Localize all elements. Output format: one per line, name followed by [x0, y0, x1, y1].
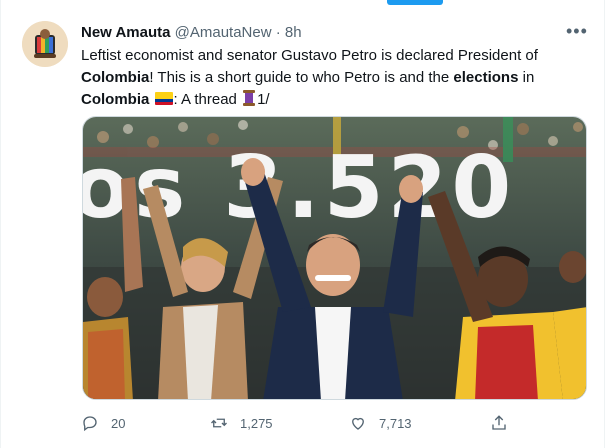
- tweet-text-bold: Colombia: [81, 91, 150, 108]
- timestamp[interactable]: 8h: [285, 24, 302, 41]
- tweet-card[interactable]: New Amauta @AmautaNew · 8h ••• Leftist e…: [0, 0, 605, 448]
- retweet-button[interactable]: 1,275: [210, 412, 273, 434]
- tweet-text-bold: Colombia: [81, 69, 150, 86]
- tweet-text-part: 1/: [257, 91, 270, 108]
- display-name[interactable]: New Amauta: [81, 24, 170, 41]
- tweet-text-part: in: [518, 69, 535, 86]
- tweet-text-part: ! This is a short guide to who Petro is …: [149, 69, 454, 86]
- tweet-actions: 20 1,275 7,713: [81, 412, 521, 434]
- retweet-icon: [211, 418, 227, 428]
- share-button[interactable]: [490, 412, 508, 434]
- avatar[interactable]: [22, 21, 68, 67]
- reply-count: 20: [111, 415, 126, 431]
- share-icon: [492, 415, 506, 430]
- colombia-flag-emoji: [154, 92, 173, 105]
- tweet-text: Leftist economist and senator Gustavo Pe…: [81, 45, 581, 111]
- separator-dot: ·: [275, 24, 281, 41]
- user-handle[interactable]: @AmautaNew: [175, 24, 272, 41]
- like-count: 7,713: [379, 415, 412, 431]
- active-tab-indicator: [387, 0, 443, 5]
- reply-icon: [83, 416, 97, 432]
- tweet-header: New Amauta @AmautaNew · 8h: [81, 24, 302, 42]
- tweet-text-bold: elections: [453, 69, 519, 86]
- thread-spool-emoji: [243, 90, 256, 106]
- like-button[interactable]: 7,713: [349, 412, 412, 434]
- retweet-count: 1,275: [240, 415, 273, 431]
- tweet-text-part: : A thread: [173, 91, 242, 108]
- tweet-photo[interactable]: os 3.520: [82, 116, 587, 400]
- tweet-text-part: Leftist economist and senator Gustavo Pe…: [81, 47, 538, 64]
- more-dots-icon[interactable]: •••: [566, 22, 588, 40]
- reply-button[interactable]: 20: [81, 412, 125, 434]
- heart-icon: [352, 417, 364, 430]
